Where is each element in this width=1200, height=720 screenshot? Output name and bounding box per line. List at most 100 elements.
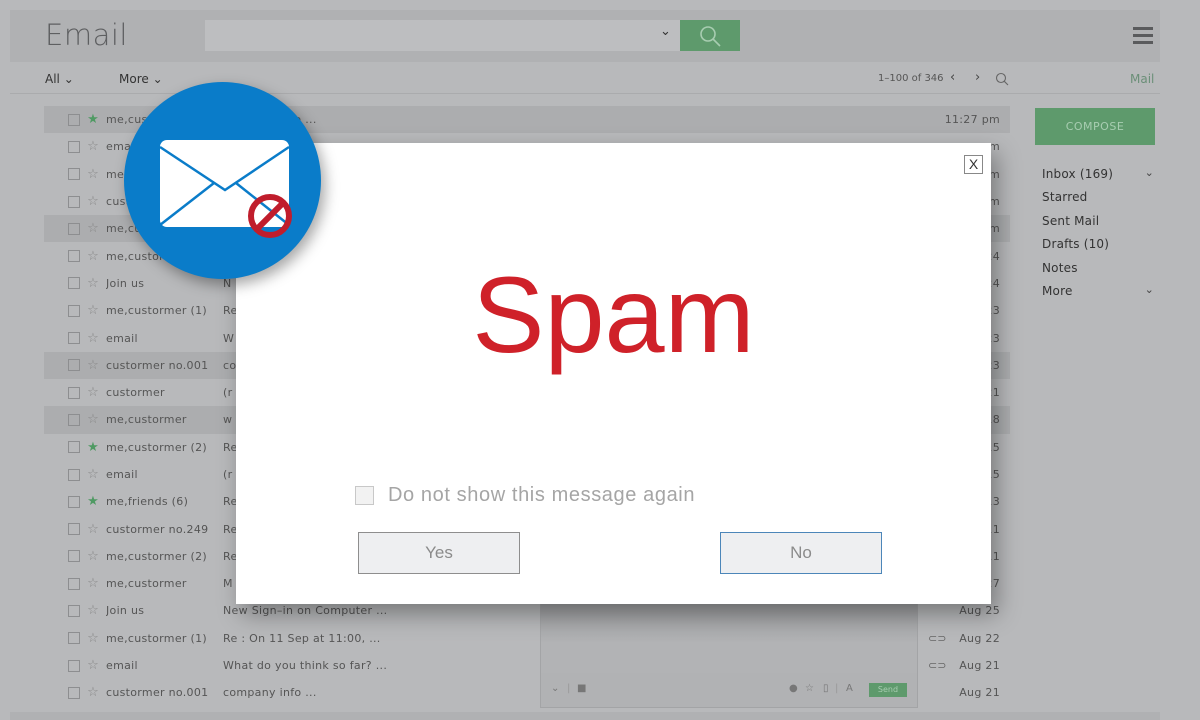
star-icon[interactable]: ☆ [805,683,814,694]
sidebar-item-drafts[interactable]: Drafts (10) [1035,232,1160,255]
row-checkbox[interactable] [68,332,80,345]
star-outline-icon[interactable]: ☆ [86,358,100,373]
search-button[interactable] [680,20,740,51]
star-outline-icon[interactable]: ☆ [86,221,100,236]
row-checkbox[interactable] [68,632,80,645]
no-button[interactable]: No [720,532,882,574]
star-outline-icon[interactable]: ☆ [86,303,100,318]
star-outline-icon[interactable]: ☆ [86,194,100,209]
row-checkbox[interactable] [68,495,80,508]
row-checkbox[interactable] [68,550,80,563]
attachment-icon[interactable]: ▯ [823,683,829,694]
row-checkbox[interactable] [68,195,80,208]
email-sender: me,custormer (2) [106,440,207,454]
prev-page-button[interactable]: ‹ [950,70,955,85]
chevron-down-icon[interactable]: ⌄ [551,683,559,694]
hamburger-menu-icon[interactable] [1133,27,1153,44]
row-checkbox[interactable] [68,413,80,426]
row-checkbox[interactable] [68,113,80,126]
sidebar-item-sent[interactable]: Sent Mail [1035,209,1160,232]
email-sender: email [106,331,138,345]
email-sender: email [106,659,138,673]
chevron-down-icon[interactable]: ⌄ [1145,166,1154,179]
row-checkbox[interactable] [68,250,80,263]
row-checkbox[interactable] [68,577,80,590]
row-checkbox[interactable] [68,304,80,317]
spam-email-badge [124,82,321,279]
next-page-button[interactable]: › [975,70,980,85]
sidebar-item-starred[interactable]: Starred [1035,185,1160,208]
email-date: Aug 25 [959,604,1000,618]
star-outline-icon[interactable]: ☆ [86,576,100,591]
star-outline-icon[interactable]: ☆ [86,385,100,400]
row-checkbox[interactable] [68,441,80,454]
list-search-icon[interactable] [995,72,1009,86]
mail-link[interactable]: Mail [1130,72,1154,86]
email-subject: company info ... [223,686,317,700]
star-outline-icon[interactable]: ☆ [86,139,100,154]
star-outline-icon[interactable]: ☆ [86,276,100,291]
row-checkbox[interactable] [68,140,80,153]
row-checkbox[interactable] [68,523,80,536]
row-checkbox[interactable] [68,386,80,399]
search-icon [700,25,721,47]
email-sender: custormer no.001 [106,686,209,700]
app-title: Email [45,18,128,52]
divider: | [567,683,571,694]
row-checkbox[interactable] [68,604,80,617]
row-checkbox[interactable] [68,222,80,235]
star-outline-icon[interactable]: ☆ [86,467,100,482]
text-format-icon[interactable]: A [846,683,853,694]
row-checkbox[interactable] [68,168,80,181]
trash-icon[interactable]: ■ [577,683,586,694]
sidebar-item-inbox[interactable]: Inbox (169) ⌄ [1035,162,1160,185]
chevron-down-icon[interactable]: ⌄ [1145,283,1154,296]
send-button[interactable]: Send [869,683,907,697]
sidebar-item-label: Inbox (169) [1042,167,1114,181]
star-outline-icon[interactable]: ☆ [86,603,100,618]
dont-show-again-option[interactable]: Do not show this message again [355,484,695,507]
yes-button[interactable]: Yes [358,532,520,574]
star-outline-icon[interactable]: ☆ [86,249,100,264]
star-outline-icon[interactable]: ☆ [86,331,100,346]
search-options-chevron-icon[interactable]: ⌄ [660,24,671,39]
row-checkbox[interactable] [68,468,80,481]
star-outline-icon[interactable]: ☆ [86,549,100,564]
row-checkbox[interactable] [68,686,80,699]
envelope-blocked-icon [159,140,292,238]
row-checkbox[interactable] [68,277,80,290]
row-checkbox[interactable] [68,359,80,372]
star-filled-icon[interactable]: ★ [86,440,100,455]
star-outline-icon[interactable]: ☆ [86,412,100,427]
dont-show-checkbox[interactable] [355,486,374,505]
star-outline-icon[interactable]: ☆ [86,522,100,537]
star-outline-icon[interactable]: ☆ [86,685,100,700]
row-checkbox[interactable] [68,659,80,672]
close-button[interactable]: X [964,155,983,174]
divider: | [835,683,839,694]
email-sender: me,friends (6) [106,495,189,509]
top-bar: Email ⌄ [10,10,1160,62]
email-sender: Join us [106,604,145,618]
location-icon[interactable]: ● [789,683,798,694]
email-sender: me,custormer (2) [106,549,207,563]
compose-button[interactable]: COMPOSE [1035,108,1155,145]
attachment-icon: ⊂⊃ [928,659,947,673]
email-subject: Re : On 11 Sep at 11:00, ... [223,631,381,645]
email-sender: email [106,468,138,481]
filter-all-dropdown[interactable]: All ⌄ [45,72,74,86]
sidebar: COMPOSE Inbox (169) ⌄ Starred Sent Mail Draf… [1035,108,1160,302]
email-date: 11:27 pm [944,113,1000,127]
sidebar-item-notes[interactable]: Notes [1035,256,1160,279]
star-outline-icon[interactable]: ☆ [86,631,100,646]
email-sender: me,custormer [106,577,187,591]
sidebar-item-label: Drafts (10) [1042,237,1110,252]
star-filled-icon[interactable]: ★ [86,112,100,127]
search-input[interactable] [205,20,680,51]
star-outline-icon[interactable]: ☆ [86,167,100,182]
sidebar-item-more[interactable]: More ⌄ [1035,279,1160,302]
pager-text: 1–100 of 346 [878,73,944,84]
star-outline-icon[interactable]: ☆ [86,658,100,673]
attachment-icon: ⊂⊃ [928,631,947,645]
star-filled-icon[interactable]: ★ [86,494,100,509]
